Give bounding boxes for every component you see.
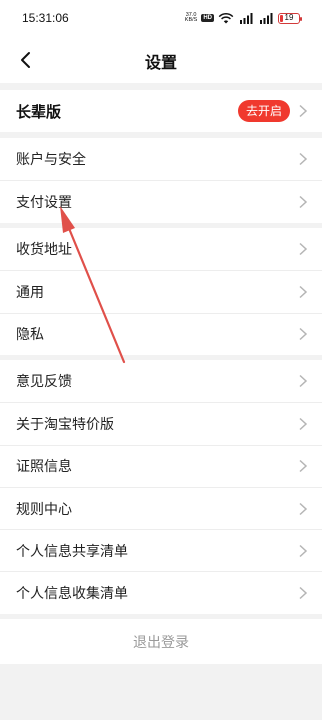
chevron-right-icon: [299, 544, 308, 557]
wifi-icon: [218, 13, 234, 24]
chevron-right-icon: [299, 460, 308, 473]
settings-item-label: 个人信息收集清单: [16, 586, 128, 603]
nav-bar: 设置: [0, 38, 322, 83]
settings-item-feedback[interactable]: 意见反馈: [0, 360, 322, 402]
page-title: 设置: [144, 53, 177, 72]
settings-item-label: 长辈版: [16, 102, 62, 121]
settings-item-label: 账户与安全: [16, 152, 86, 169]
settings-item-label: 个人信息共享清单: [16, 543, 128, 560]
settings-item-privacy[interactable]: 隐私: [0, 312, 322, 355]
chevron-right-icon: [299, 243, 308, 256]
logout-label: 退出登录: [133, 635, 189, 651]
settings-item-rules[interactable]: 规则中心: [0, 486, 322, 529]
enable-elder-mode-button[interactable]: 去开启: [237, 100, 290, 122]
settings-item-general[interactable]: 通用: [0, 270, 322, 312]
chevron-right-icon: [299, 417, 308, 430]
settings-item-label: 支付设置: [16, 194, 72, 211]
chevron-right-icon: [299, 375, 308, 388]
network-speed-unit: KB/S: [184, 17, 198, 23]
settings-item-label: 隐私: [16, 327, 44, 344]
settings-item-label: 关于淘宝特价版: [16, 416, 114, 433]
status-icons: 37.0 KB/S HD 19: [184, 10, 302, 26]
settings-item-label: 通用: [16, 284, 44, 301]
settings-group-account: 账户与安全 支付设置: [0, 138, 322, 223]
settings-item-label: 证照信息: [16, 459, 72, 476]
status-time: 15:31:06: [22, 11, 69, 25]
cellular-signal-2-icon: [260, 13, 273, 24]
settings-item-elder-mode[interactable]: 长辈版 去开启: [0, 90, 322, 132]
network-speed: 37.0 KB/S: [184, 12, 198, 24]
settings-item-info-sharing[interactable]: 个人信息共享清单: [0, 529, 322, 571]
logout-button[interactable]: 退出登录: [0, 619, 322, 664]
status-bar: 15:31:06 37.0 KB/S HD 19: [0, 0, 322, 38]
cellular-signal-1-icon: [240, 13, 253, 24]
settings-item-label: 收货地址: [16, 242, 72, 259]
chevron-right-icon: [299, 195, 308, 208]
chevron-right-icon: [299, 153, 308, 166]
settings-item-label: 规则中心: [16, 501, 72, 518]
settings-item-payment[interactable]: 支付设置: [0, 180, 322, 222]
battery-icon: 19: [278, 12, 302, 24]
settings-group-about: 意见反馈 关于淘宝特价版 证照信息 规则中心 个人信息共享清单 个人信息收集清单: [0, 360, 322, 614]
chevron-right-icon: [299, 104, 308, 118]
settings-group-elder: 长辈版 去开启: [0, 90, 322, 132]
settings-item-info-collection[interactable]: 个人信息收集清单: [0, 571, 322, 613]
settings-item-licenses[interactable]: 证照信息: [0, 444, 322, 487]
battery-level: 19: [284, 12, 294, 22]
settings-item-account-security[interactable]: 账户与安全: [0, 138, 322, 180]
chevron-right-icon: [299, 328, 308, 341]
settings-group-general: 收货地址 通用 隐私: [0, 228, 322, 355]
hd-icon: HD: [201, 14, 214, 22]
chevron-right-icon: [299, 285, 308, 298]
chevron-right-icon: [299, 502, 308, 515]
settings-item-address[interactable]: 收货地址: [0, 228, 322, 270]
settings-item-label: 意见反馈: [16, 374, 72, 391]
chevron-right-icon: [299, 587, 308, 600]
settings-item-about[interactable]: 关于淘宝特价版: [0, 402, 322, 444]
